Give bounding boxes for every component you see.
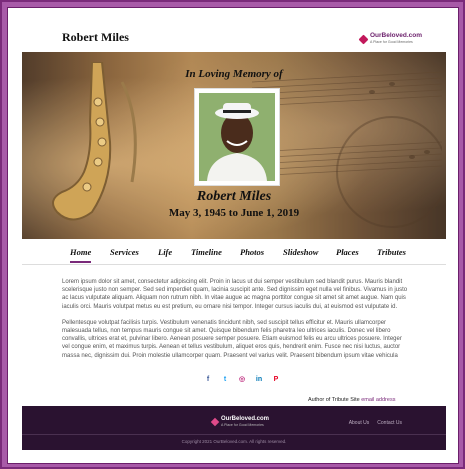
page: Robert Miles OurBeloved.com A Place for … bbox=[7, 7, 459, 464]
deceased-name: Robert Miles bbox=[196, 189, 272, 204]
nav-life[interactable]: Life bbox=[158, 247, 172, 257]
nav-slideshow[interactable]: Slideshow bbox=[283, 247, 318, 257]
nav-timeline[interactable]: Timeline bbox=[191, 247, 222, 257]
footer-links: About Us Contact Us bbox=[349, 420, 402, 426]
site-name[interactable]: Robert Miles bbox=[62, 30, 129, 45]
paragraph: Pellentesque volutpat facilisis turpis. … bbox=[62, 319, 402, 359]
life-dates: May 3, 1945 to June 1, 2019 bbox=[168, 207, 300, 219]
portrait-photo[interactable] bbox=[199, 93, 275, 181]
nav-photos[interactable]: Photos bbox=[240, 247, 264, 257]
nav-places[interactable]: Places bbox=[336, 247, 359, 257]
memory-title: In Loving Memory of bbox=[185, 68, 283, 80]
portrait-image bbox=[199, 93, 275, 181]
linkedin-icon[interactable]: in bbox=[255, 376, 263, 384]
heart-logo-icon bbox=[210, 417, 220, 427]
nav-tributes[interactable]: Tributes bbox=[377, 247, 406, 257]
copyright: Copyright 2021 OurBeloved.com. All right… bbox=[181, 439, 287, 444]
footer-brand-logo[interactable]: OurBeloved.com A Place for Good Memories bbox=[210, 416, 269, 428]
brand-logo[interactable]: OurBeloved.com A Place for Good Memories bbox=[358, 32, 423, 46]
facebook-icon[interactable]: f bbox=[204, 376, 212, 384]
author-label: Author of Tribute Site bbox=[308, 397, 360, 403]
footer: OurBeloved.com A Place for Good Memories… bbox=[22, 406, 446, 450]
brand-name: OurBeloved.com bbox=[370, 32, 423, 39]
heart-logo-icon bbox=[358, 34, 369, 44]
brand-tagline: A Place for Good Memories bbox=[370, 40, 413, 44]
contact-us-link[interactable]: Contact Us bbox=[377, 420, 402, 426]
paragraph: Lorem ipsum dolor sit amet, consectetur … bbox=[62, 279, 408, 310]
social-share-bar: f t ◎ in P bbox=[204, 376, 280, 384]
top-bar: Robert Miles OurBeloved.com A Place for … bbox=[8, 8, 458, 52]
footer-divider bbox=[22, 434, 446, 435]
nav-services[interactable]: Services bbox=[110, 247, 139, 257]
instagram-icon[interactable]: ◎ bbox=[238, 376, 246, 384]
author-line: Author of Tribute Site email address bbox=[308, 397, 395, 403]
portrait-frame bbox=[194, 88, 280, 186]
about-us-link[interactable]: About Us bbox=[349, 420, 370, 426]
biography-text: Lorem ipsum dolor sit amet, consectetur … bbox=[62, 278, 408, 368]
nav-home[interactable]: Home bbox=[70, 247, 92, 263]
main-nav: Home Services Life Timeline Photos Slide… bbox=[22, 244, 446, 265]
window-frame: Robert Miles OurBeloved.com A Place for … bbox=[0, 0, 465, 469]
author-email-link[interactable]: email address bbox=[361, 397, 395, 403]
hero-banner: In Loving Memory of Robert Miles May 3, … bbox=[22, 52, 446, 239]
pinterest-icon[interactable]: P bbox=[272, 376, 280, 384]
footer-brand-tagline: A Place for Good Memories bbox=[221, 423, 264, 427]
twitter-icon[interactable]: t bbox=[221, 376, 229, 384]
